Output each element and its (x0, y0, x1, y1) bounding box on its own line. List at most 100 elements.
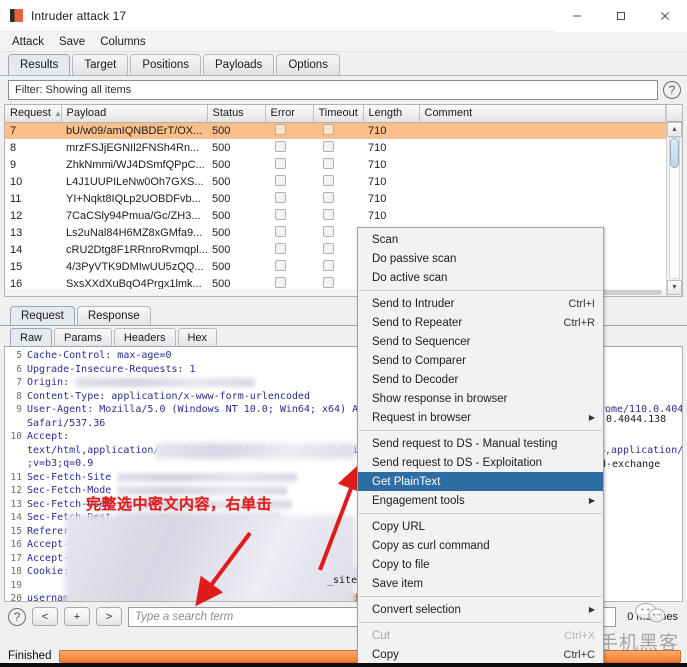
menu-attack[interactable]: Attack (6, 33, 50, 51)
search-next-button[interactable]: > (96, 607, 122, 626)
column-header-timeout[interactable]: Timeout (313, 105, 364, 123)
timeout-checkbox[interactable] (323, 124, 334, 136)
error-checkbox[interactable] (275, 158, 286, 169)
timeout-checkbox[interactable] (323, 277, 334, 288)
table-row[interactable]: 9 ZhkNmmi/WJ4DSmfQPpC... 500 710 (5, 156, 666, 173)
timeout-checkbox[interactable] (323, 260, 334, 271)
menu-save[interactable]: Save (53, 33, 91, 51)
search-prev-button[interactable]: < (32, 607, 58, 626)
tab-payloads[interactable]: Payloads (203, 54, 275, 75)
scrollbar-thumb[interactable] (670, 138, 679, 168)
menu-item-send-request-to-ds-manual-testing[interactable]: Send request to DS - Manual testing (358, 434, 603, 453)
menu-item-accelerator: Ctrl+C (563, 648, 595, 661)
column-header-payload[interactable]: Payload (61, 105, 208, 123)
cell-request: 15 (10, 260, 23, 273)
timeout-checkbox[interactable] (323, 209, 334, 220)
cell-comment[interactable] (419, 190, 666, 207)
results-vertical-scrollbar[interactable]: ▲ ▼ (666, 105, 682, 296)
table-row[interactable]: 7 bU/w09/amIQNBDErT/OX... 500 710 (5, 122, 666, 139)
menu-item-send-request-to-ds-exploitation[interactable]: Send request to DS - Exploitation (358, 453, 603, 472)
menu-item-copy-as-curl-command[interactable]: Copy as curl command (358, 536, 603, 555)
menu-item-scan[interactable]: Scan (358, 230, 603, 249)
menu-item-copy-url[interactable]: Copy URL (358, 517, 603, 536)
column-header-length[interactable]: Length (363, 105, 420, 123)
timeout-checkbox[interactable] (323, 243, 334, 254)
error-checkbox[interactable] (275, 277, 286, 288)
table-row[interactable]: 8 mrzFSJjEGNIl2FNSh4Rn... 500 710 (5, 139, 666, 156)
cell-comment[interactable] (419, 207, 666, 224)
subtab-params[interactable]: Params (54, 328, 112, 346)
menu-item-request-in-browser[interactable]: Request in browser ▶ (358, 408, 603, 427)
scroll-down-icon[interactable]: ▼ (667, 280, 682, 295)
error-checkbox[interactable] (275, 175, 286, 186)
line-number: 19 (10, 579, 22, 591)
menu-item-label: Scan (372, 233, 399, 246)
cell-timeout (313, 173, 363, 190)
cell-comment[interactable] (419, 122, 666, 139)
error-checkbox[interactable] (275, 243, 286, 254)
subtab-hex[interactable]: Hex (177, 328, 218, 346)
subtab-headers[interactable]: Headers (113, 328, 176, 346)
cell-comment[interactable] (419, 156, 666, 173)
minimize-icon[interactable] (555, 0, 599, 32)
maximize-icon[interactable] (599, 0, 643, 32)
cell-payload: bU/w09/amIQNBDErT/OX... (61, 122, 207, 139)
line-number: 20 (10, 593, 22, 602)
menu-item-send-to-intruder[interactable]: Send to Intruder Ctrl+I (358, 294, 603, 313)
cell-timeout (313, 156, 363, 173)
cell-comment[interactable] (419, 173, 666, 190)
context-menu[interactable]: Scan Do passive scan Do active scan Send to… (357, 227, 604, 667)
tab-results[interactable]: Results (8, 54, 71, 75)
error-checkbox[interactable] (275, 192, 286, 203)
menu-item-engagement-tools[interactable]: Engagement tools ▶ (358, 491, 603, 510)
timeout-checkbox[interactable] (323, 226, 334, 237)
error-checkbox[interactable] (275, 226, 286, 237)
menu-item-get-plaintext[interactable]: Get PlainText (358, 472, 603, 491)
menu-item-do-passive-scan[interactable]: Do passive scan (358, 249, 603, 268)
search-help-icon[interactable]: ? (8, 607, 26, 626)
timeout-checkbox[interactable] (323, 192, 334, 203)
column-header-comment[interactable]: Comment (419, 105, 666, 123)
menu-item-send-to-sequencer[interactable]: Send to Sequencer (358, 332, 603, 351)
menu-item-send-to-comparer[interactable]: Send to Comparer (358, 351, 603, 370)
filter-bar[interactable]: Filter: Showing all items (8, 80, 658, 100)
menu-item-do-active-scan[interactable]: Do active scan (358, 268, 603, 287)
column-header-status[interactable]: Status (207, 105, 266, 123)
menu-item-copy[interactable]: Copy Ctrl+C (358, 645, 603, 664)
cell-request: 8 (10, 141, 17, 154)
subtab-raw[interactable]: Raw (10, 328, 53, 346)
menu-item-copy-to-file[interactable]: Copy to file (358, 555, 603, 574)
line-number: 11 (10, 471, 22, 483)
table-row[interactable]: 11 YI+Nqkt8IQLp2UOBDFvb... 500 710 (5, 190, 666, 207)
error-checkbox[interactable] (275, 260, 286, 271)
timeout-checkbox[interactable] (323, 141, 334, 152)
help-icon[interactable]: ? (663, 81, 681, 99)
column-header-error[interactable]: Error (265, 105, 314, 123)
timeout-checkbox[interactable] (323, 158, 334, 169)
menu-item-send-to-repeater[interactable]: Send to Repeater Ctrl+R (358, 313, 603, 332)
close-icon[interactable] (643, 0, 687, 32)
cell-comment[interactable] (419, 139, 666, 156)
selected-ciphertext[interactable]: bU%2fw09%2famIQNBDErT%2fOX0g%3d%3d& (171, 593, 383, 601)
tab-target[interactable]: Target (72, 54, 129, 75)
error-checkbox[interactable] (275, 141, 286, 152)
tab-request[interactable]: Request (10, 306, 75, 325)
column-header-request[interactable]: Request▲ (5, 105, 62, 123)
scrollbar-track[interactable] (669, 137, 680, 279)
menu-item-send-to-decoder[interactable]: Send to Decoder (358, 370, 603, 389)
tab-positions[interactable]: Positions (130, 54, 201, 75)
error-checkbox[interactable] (275, 124, 286, 136)
table-row[interactable]: 10 L4J1UUPILeNw0Oh7GXS... 500 710 (5, 173, 666, 190)
scroll-up-icon[interactable]: ▲ (667, 122, 682, 137)
tab-options[interactable]: Options (276, 54, 340, 75)
tab-response[interactable]: Response (76, 306, 151, 325)
table-row[interactable]: 12 7CaCSly94Pmua/Gc/ZH3... 500 710 (5, 207, 666, 224)
error-checkbox[interactable] (275, 209, 286, 220)
timeout-checkbox[interactable] (323, 175, 334, 186)
menu-item-save-item[interactable]: Save item (358, 574, 603, 593)
menu-item-show-response-in-browser[interactable]: Show response in browser (358, 389, 603, 408)
search-add-button[interactable]: + (64, 607, 90, 626)
menu-columns[interactable]: Columns (94, 33, 151, 51)
menu-item-convert-selection[interactable]: Convert selection ▶ (358, 600, 603, 619)
cell-length: 710 (368, 141, 387, 154)
